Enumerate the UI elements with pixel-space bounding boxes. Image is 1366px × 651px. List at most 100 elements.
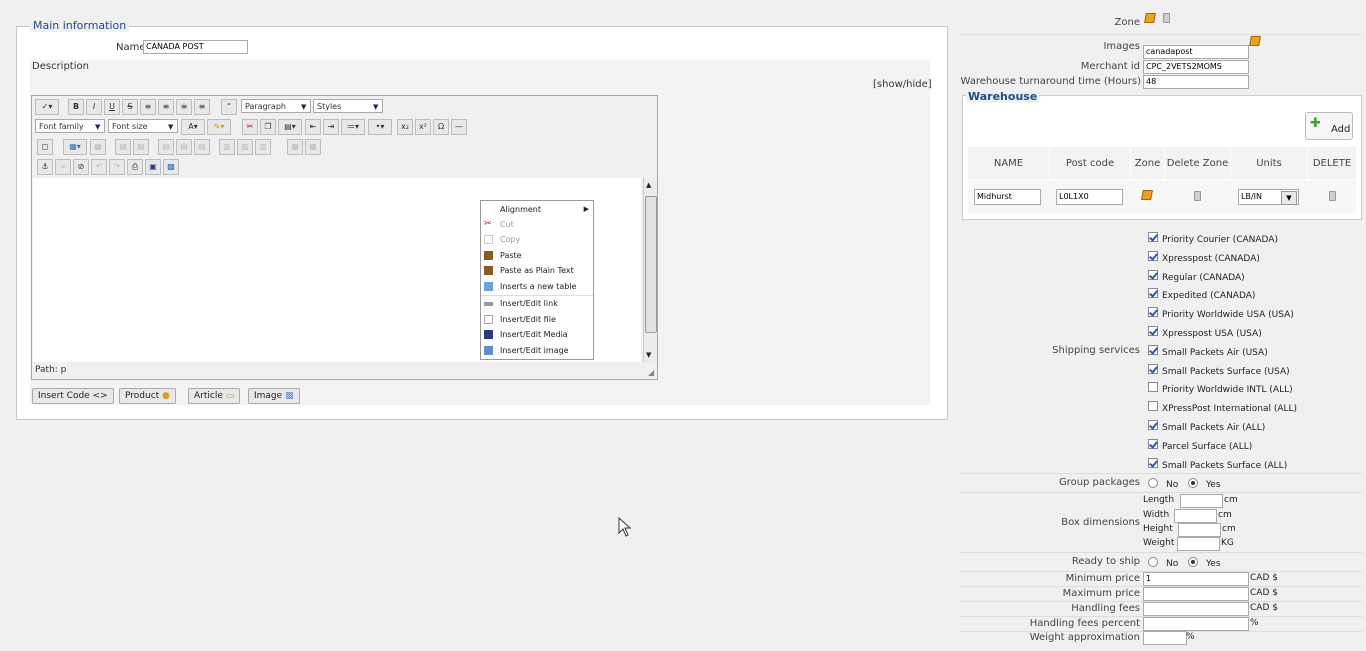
split-cells-icon[interactable]: ▦ — [287, 139, 303, 155]
height-input[interactable] — [1178, 523, 1221, 537]
cell-props-icon[interactable]: ▤ — [176, 139, 192, 155]
ctx-paste[interactable]: Paste — [481, 248, 593, 263]
images-input[interactable]: canadapost — [1143, 45, 1249, 59]
align-right-icon[interactable]: ≡ — [176, 99, 192, 115]
text-color-icon[interactable]: A▾ — [181, 119, 205, 135]
shipping-service-checkbox[interactable] — [1148, 420, 1158, 430]
weight-input[interactable] — [1177, 537, 1220, 551]
group-packages-no-radio[interactable] — [1148, 478, 1158, 488]
delete-col-icon[interactable]: ▥ — [255, 139, 271, 155]
unlink-icon[interactable]: ⊘ — [73, 159, 89, 175]
cut-icon[interactable]: ✂ — [242, 119, 258, 135]
ctx-alignment[interactable]: Alignment ▶ — [481, 202, 593, 217]
col-after-icon[interactable]: ▥ — [237, 139, 253, 155]
link-icon[interactable]: ∞ — [55, 159, 71, 175]
turnaround-input[interactable]: 48 — [1143, 75, 1249, 89]
code-view-icon[interactable]: ◻ — [37, 139, 53, 155]
highlight-color-icon[interactable]: ✎▾ — [207, 119, 231, 135]
scroll-down-icon[interactable]: ▼ — [646, 351, 651, 359]
scroll-up-icon[interactable]: ▲ — [646, 181, 651, 189]
align-left-icon[interactable]: ≡ — [140, 99, 156, 115]
col-before-icon[interactable]: ▥ — [219, 139, 235, 155]
ctx-insert-link[interactable]: Insert/Edit link — [481, 296, 593, 311]
delete-table-icon[interactable]: ▦ — [90, 139, 106, 155]
ctx-insert-media[interactable]: Insert/Edit Media — [481, 327, 593, 342]
special-char-icon[interactable]: Ω — [433, 119, 449, 135]
insert-image-icon[interactable]: ▩ — [163, 159, 179, 175]
scroll-thumb[interactable] — [645, 196, 657, 333]
underline-icon[interactable]: U — [104, 99, 120, 115]
editor-scrollbar[interactable]: ▲ ▼ — [643, 178, 657, 362]
resize-handle-icon[interactable]: ◢ — [648, 368, 654, 377]
row-props-icon[interactable]: ▤ — [158, 139, 174, 155]
insert-table-icon[interactable]: ▦▾ — [63, 139, 87, 155]
maximum-price-input[interactable] — [1143, 587, 1249, 601]
bold-icon[interactable]: B — [68, 99, 84, 115]
group-packages-yes-radio[interactable] — [1188, 478, 1198, 488]
ready-to-ship-no-radio[interactable] — [1148, 557, 1158, 567]
ctx-cut[interactable]: ✂ Cut — [481, 217, 593, 232]
align-center-icon[interactable]: ≡ — [158, 99, 174, 115]
add-warehouse-button[interactable]: ✚ Add — [1305, 112, 1353, 140]
ctx-insert-image[interactable]: Insert/Edit image — [481, 343, 593, 358]
paste-icon[interactable]: ▤▾ — [278, 119, 302, 135]
show-hide-link[interactable]: [show/hide] — [873, 79, 932, 90]
handling-fees-input[interactable] — [1143, 602, 1249, 616]
anchor-icon[interactable]: ⚓ — [37, 159, 53, 175]
indent-icon[interactable]: ⇥ — [323, 119, 339, 135]
insert-code-button[interactable]: Insert Code <> — [32, 388, 114, 404]
handling-fees-percent-input[interactable] — [1143, 617, 1249, 631]
row-after-icon[interactable]: ▤ — [133, 139, 149, 155]
undo-icon[interactable]: ↶ — [91, 159, 107, 175]
warehouse-postcode-input[interactable]: L0L1X0 — [1056, 189, 1123, 205]
edit-warehouse-zone-icon[interactable] — [1141, 190, 1153, 200]
ctx-insert-table[interactable]: Inserts a new table — [481, 279, 593, 294]
shipping-service-checkbox[interactable] — [1148, 251, 1158, 261]
bullet-list-icon[interactable]: •▾ — [368, 119, 392, 135]
merchant-id-input[interactable]: CPC_2VETS2MOMS — [1143, 60, 1249, 74]
name-input[interactable]: CANADA POST — [143, 40, 248, 54]
horizontal-rule-icon[interactable]: — — [451, 119, 467, 135]
weight-approximation-input[interactable] — [1143, 631, 1187, 645]
ready-to-ship-yes-radio[interactable] — [1188, 557, 1198, 567]
delete-warehouse-icon[interactable] — [1329, 191, 1336, 201]
shipping-service-checkbox[interactable] — [1148, 401, 1158, 411]
warehouse-name-input[interactable]: Midhurst — [974, 189, 1041, 205]
edit-images-icon[interactable] — [1249, 36, 1261, 46]
shipping-service-checkbox[interactable] — [1148, 345, 1158, 355]
numbered-list-icon[interactable]: ≔▾ — [341, 119, 365, 135]
shipping-service-checkbox[interactable] — [1148, 288, 1158, 298]
superscript-icon[interactable]: x² — [415, 119, 431, 135]
length-input[interactable] — [1180, 494, 1223, 508]
shipping-service-checkbox[interactable] — [1148, 326, 1158, 336]
shipping-service-checkbox[interactable] — [1148, 270, 1158, 280]
minimum-price-input[interactable]: 1 — [1143, 572, 1249, 586]
format-select[interactable]: Paragraph ▼ — [241, 99, 311, 113]
ctx-insert-file[interactable]: Insert/Edit file — [481, 312, 593, 327]
shipping-service-checkbox[interactable] — [1148, 364, 1158, 374]
styles-select[interactable]: Styles ▼ — [313, 99, 383, 113]
merge-cells-icon[interactable]: ▦ — [305, 139, 321, 155]
delete-row-icon[interactable]: ▤ — [194, 139, 210, 155]
shipping-service-checkbox[interactable] — [1148, 439, 1158, 449]
font-family-select[interactable]: Font family ▼ — [35, 119, 105, 133]
delete-zone-icon[interactable] — [1163, 13, 1170, 23]
subscript-icon[interactable]: x₂ — [397, 119, 413, 135]
edit-zone-icon[interactable] — [1144, 13, 1156, 23]
spellcheck-icon[interactable]: ✓▾ — [35, 99, 59, 115]
units-select[interactable]: LB/IN ▼ — [1238, 189, 1299, 205]
shipping-service-checkbox[interactable] — [1148, 307, 1158, 317]
shipping-service-checkbox[interactable] — [1148, 458, 1158, 468]
ctx-paste-plain[interactable]: Paste as Plain Text — [481, 263, 593, 278]
font-size-select[interactable]: Font size ▼ — [108, 119, 178, 133]
align-justify-icon[interactable]: ≡ — [194, 99, 210, 115]
shipping-service-checkbox[interactable] — [1148, 232, 1158, 242]
insert-image-button[interactable]: Image ▩ — [248, 388, 300, 404]
print-icon[interactable]: ⎙ — [127, 159, 143, 175]
insert-product-button[interactable]: Product ● — [119, 388, 176, 404]
delete-warehouse-zone-icon[interactable] — [1194, 191, 1201, 201]
width-input[interactable] — [1174, 509, 1217, 523]
insert-article-button[interactable]: Article ▭ — [188, 388, 241, 404]
blockquote-icon[interactable]: “ — [221, 99, 237, 115]
save-icon[interactable]: ▣ — [145, 159, 161, 175]
